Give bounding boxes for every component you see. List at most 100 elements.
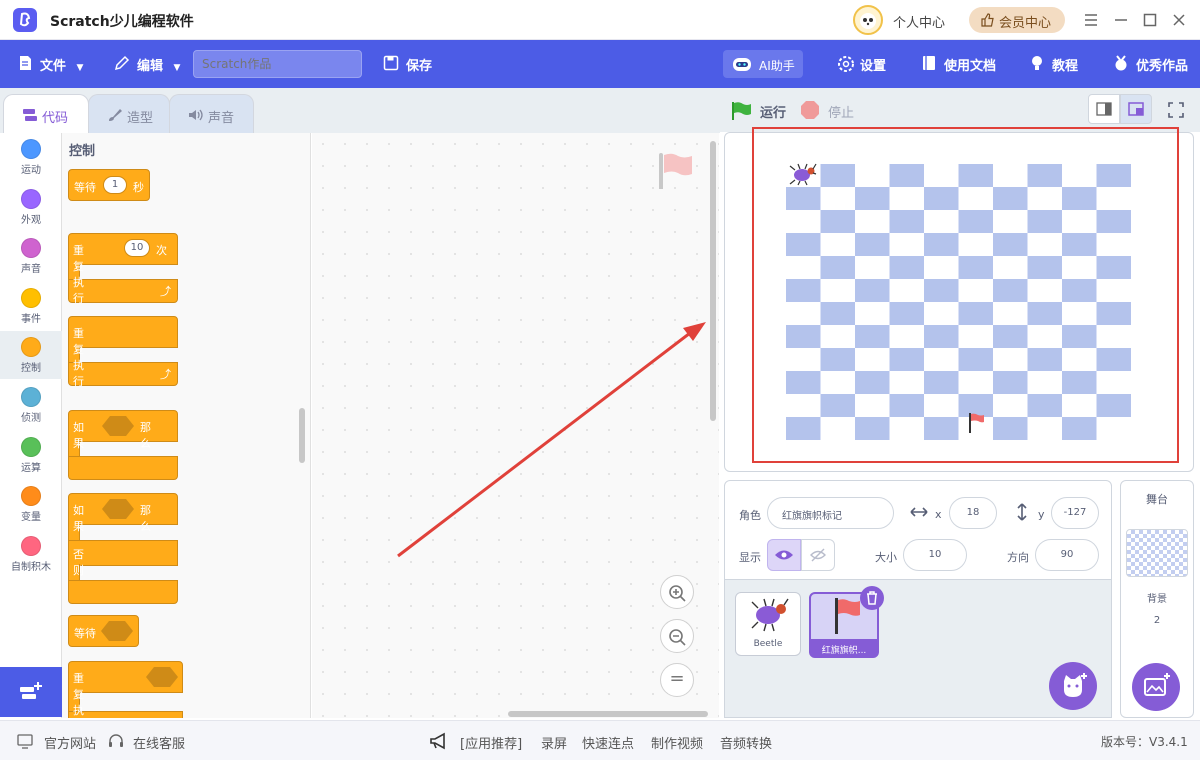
category-dot (21, 238, 41, 258)
delete-sprite-button[interactable] (860, 586, 884, 610)
maximize-icon[interactable] (1141, 11, 1159, 29)
stage-selector[interactable]: 舞台 背景 2 (1120, 480, 1194, 718)
stop-icon[interactable] (800, 100, 820, 120)
category-label: 自制积木 (11, 562, 51, 573)
tab-sounds[interactable]: 声音 (169, 94, 254, 133)
zoom-out-button[interactable] (660, 619, 694, 653)
block-wait-until[interactable]: 等待 (68, 615, 139, 647)
screen-record-link[interactable]: 录屏 (541, 733, 567, 752)
sprite-list: Beetle 红旗旗帜... (724, 580, 1112, 718)
block-if-then: 那么 (140, 421, 151, 450)
gear-icon (838, 56, 854, 72)
eye-slash-icon (810, 548, 826, 562)
zoom-in-button[interactable] (660, 575, 694, 609)
block-if-else-bottom (68, 580, 178, 604)
edit-menu-label: 编辑 (137, 59, 164, 74)
code-vertical-scrollbar[interactable] (710, 141, 716, 421)
vip-center-button[interactable]: 会员中心 (969, 7, 1065, 33)
version-label: 版本号：V3.4.1 (1101, 735, 1188, 749)
sprite-info-panel: 角色 红旗旗帜标记 x 18 y -127 显示 大小 10 方向 90 (724, 480, 1112, 580)
audio-convert-link[interactable]: 音频转换 (720, 733, 772, 752)
add-backdrop-button[interactable] (1132, 663, 1180, 711)
x-field[interactable]: 18 (949, 497, 997, 529)
zoom-reset-button[interactable]: = (660, 663, 694, 697)
tab-costumes-label: 造型 (127, 111, 154, 126)
docs-label: 使用文档 (944, 59, 997, 74)
size-field[interactable]: 10 (903, 539, 967, 571)
loop-arrow-icon: ⤴ (160, 368, 171, 381)
user-center-link[interactable]: 个人中心 (893, 12, 945, 31)
brush-icon (109, 109, 122, 121)
project-name-input[interactable] (193, 50, 362, 78)
category-operators[interactable]: 运算 (0, 431, 62, 479)
block-wait-input[interactable]: 1 (103, 176, 127, 194)
palette-scrollbar[interactable] (299, 408, 305, 463)
category-dot (21, 337, 41, 357)
official-site-link[interactable]: 官方网站 (44, 733, 96, 752)
tab-sounds-label: 声音 (208, 111, 235, 126)
minimize-icon[interactable] (1112, 11, 1130, 29)
tutorial-button[interactable]: 教程 (1032, 55, 1078, 74)
tab-costumes[interactable]: 造型 (88, 94, 170, 133)
green-flag-icon[interactable] (730, 100, 752, 122)
code-workspace[interactable]: = (312, 133, 719, 718)
sprite-card-beetle[interactable]: Beetle (735, 592, 801, 656)
category-sound[interactable]: 声音 (0, 232, 62, 280)
category-sensing[interactable]: 侦测 (0, 381, 62, 429)
category-dot (21, 437, 41, 457)
showcase-button[interactable]: 优秀作品 (1115, 55, 1188, 74)
edit-menu[interactable]: 编辑 ▼ (114, 55, 180, 74)
show-sprite-button[interactable] (767, 539, 801, 571)
category-motion[interactable]: 运动 (0, 133, 62, 181)
online-service-link[interactable]: 在线客服 (133, 733, 185, 752)
close-icon[interactable] (1170, 11, 1188, 29)
condition-slot[interactable] (101, 621, 133, 641)
add-sprite-button[interactable] (1049, 662, 1097, 710)
docs-button[interactable]: 使用文档 (923, 55, 997, 74)
make-video-link[interactable]: 制作视频 (651, 733, 703, 752)
normal-stage-button[interactable] (1120, 94, 1152, 124)
category-label: 声音 (21, 264, 41, 275)
vip-center-label: 会员中心 (999, 16, 1052, 31)
add-extension-button[interactable] (0, 667, 62, 717)
thumb-up-icon (981, 13, 994, 27)
save-label: 保存 (406, 59, 433, 74)
block-repeat-input[interactable]: 10 (124, 239, 150, 257)
file-menu-label: 文件 (40, 59, 67, 74)
code-horizontal-scrollbar[interactable] (508, 711, 708, 717)
category-control[interactable]: 控制 (0, 331, 62, 379)
megaphone-icon (428, 731, 450, 751)
category-events[interactable]: 事件 (0, 282, 62, 330)
lightbulb-icon (1032, 56, 1042, 70)
menu-icon[interactable] (1082, 11, 1100, 29)
category-looks[interactable]: 外观 (0, 183, 62, 231)
category-dot (21, 486, 41, 506)
stage-thumbnail[interactable] (1126, 529, 1188, 577)
loop-arrow-icon: ⤴ (160, 285, 171, 298)
category-label: 外观 (21, 215, 41, 226)
block-wait-until-label: 等待 (74, 627, 96, 640)
hide-sprite-button[interactable] (801, 539, 835, 571)
ai-assistant-button[interactable]: AI助手 (723, 50, 803, 78)
block-repeat-label: 重复执行 (73, 244, 84, 305)
direction-field[interactable]: 90 (1035, 539, 1099, 571)
file-menu[interactable]: 文件 ▼ (20, 55, 83, 74)
zoom-out-icon (669, 629, 686, 646)
small-stage-button[interactable] (1088, 94, 1120, 124)
backdrop-label: 背景 (1147, 594, 1167, 605)
sprite-name: 红旗旗帜... (811, 639, 877, 657)
run-label[interactable]: 运行 (760, 102, 786, 121)
settings-button[interactable]: 设置 (838, 55, 886, 74)
zoom-reset-icon: = (669, 668, 685, 689)
fullscreen-icon[interactable] (1166, 100, 1186, 120)
block-wait[interactable]: 等待 1 秒 (68, 169, 150, 201)
tab-code[interactable]: 代码 (3, 94, 89, 133)
stop-label[interactable]: 停止 (828, 102, 854, 121)
sprite-name-field[interactable]: 红旗旗帜标记 (767, 497, 894, 529)
category-variables[interactable]: 变量 (0, 480, 62, 528)
category-my-blocks[interactable]: 自制积木 (0, 530, 62, 578)
user-avatar[interactable] (853, 5, 883, 35)
quick-connect-link[interactable]: 快速连点 (582, 733, 634, 752)
y-field[interactable]: -127 (1051, 497, 1099, 529)
save-button[interactable]: 保存 (383, 55, 433, 74)
